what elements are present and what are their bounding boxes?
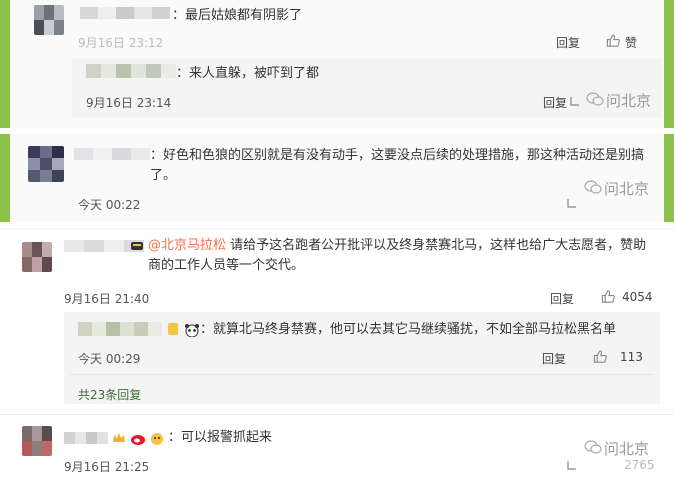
comment-time: 今天 00:22 <box>78 198 141 212</box>
comment-text: ：可以报警抓起来 <box>168 430 273 445</box>
sub-username-mosaic[interactable] <box>86 64 176 78</box>
avatar[interactable] <box>22 242 52 272</box>
reply-button[interactable]: 回复 <box>550 290 574 307</box>
divider <box>70 374 654 375</box>
thumbs-up-icon[interactable] <box>592 349 608 364</box>
like-count: 4054 <box>622 290 653 304</box>
avatar[interactable] <box>34 5 64 35</box>
comment-text: ：最后姑娘都有阴影了 <box>172 8 303 23</box>
sub-reply-text: ：就算北马终身禁赛，他可以去其它马继续骚扰，不如全部马拉松黑名单 <box>200 322 617 337</box>
sub-reply-text: ：来人直躲，被吓到了都 <box>176 66 320 81</box>
thumbs-up-icon[interactable] <box>600 289 616 304</box>
reply-button[interactable]: 回复 <box>556 34 580 51</box>
vip-badge-icon <box>131 242 143 250</box>
reply-arrow-icon[interactable] <box>567 460 577 470</box>
comment-time: 9月16日 23:12 <box>78 36 164 50</box>
divider <box>0 228 674 229</box>
comment-panel-2: ：好色和色狼的区别就是有没有动手，这要没点后续的处理措施，那这种活动还是别搞了。… <box>0 134 674 222</box>
sub-username-mosaic[interactable] <box>78 322 162 336</box>
green-border-right <box>664 134 674 222</box>
wechat-logo-icon <box>584 180 602 194</box>
view-more-replies-link[interactable]: 共23条回复 <box>78 386 141 403</box>
comment-time: 9月16日 21:25 <box>64 460 150 474</box>
vip-badge-icon <box>168 323 178 335</box>
watermark-text: 问北京 <box>606 92 652 110</box>
avatar[interactable] <box>22 426 52 456</box>
avatar[interactable] <box>28 146 64 182</box>
comment-text: @北京马拉松 请给予这名跑者公开批评以及终身禁赛北马，这样也给广大志愿者，赞助商… <box>148 236 648 276</box>
watermark-text: 问北京 <box>604 440 650 458</box>
comment-panel-3: @北京马拉松 请给予这名跑者公开批评以及终身禁赛北马，这样也给广大志愿者，赞助商… <box>0 228 674 481</box>
like-count: 2765 <box>624 458 655 472</box>
wechat-logo-icon <box>584 440 602 454</box>
green-border-left <box>0 134 10 222</box>
comment-time: 9月16日 21:40 <box>64 292 150 306</box>
green-border-left <box>0 0 10 128</box>
wechat-logo-icon <box>586 92 604 106</box>
crown-badge-icon <box>113 433 125 442</box>
green-border-right <box>664 0 674 128</box>
sub-reply-button[interactable]: 回复 <box>542 350 566 367</box>
reply-arrow-icon[interactable] <box>570 96 580 106</box>
username-mosaic[interactable] <box>74 148 150 160</box>
thumbs-up-icon[interactable] <box>605 33 621 48</box>
sub-reply-time: 9月16日 23:14 <box>86 96 172 110</box>
reaction-emoji-icon <box>151 433 163 445</box>
sub-reply-time: 今天 00:29 <box>78 352 141 366</box>
panda-emoji-icon <box>185 324 199 337</box>
like-count: 113 <box>620 350 643 364</box>
mention-link[interactable]: @北京马拉松 <box>148 238 226 253</box>
comment-panel-1: ：最后姑娘都有阴影了 9月16日 23:12 回复 赞 ：来人直躲，被吓到了都 … <box>0 0 674 128</box>
like-label[interactable]: 赞 <box>625 34 637 51</box>
divider <box>0 414 674 415</box>
weibo-badge-icon <box>131 435 145 445</box>
reply-arrow-icon[interactable] <box>567 198 577 208</box>
username-mosaic[interactable] <box>80 7 170 19</box>
watermark-text: 问北京 <box>604 180 650 198</box>
username-mosaic[interactable] <box>64 432 108 444</box>
sub-reply-button[interactable]: 回复 <box>543 94 567 111</box>
